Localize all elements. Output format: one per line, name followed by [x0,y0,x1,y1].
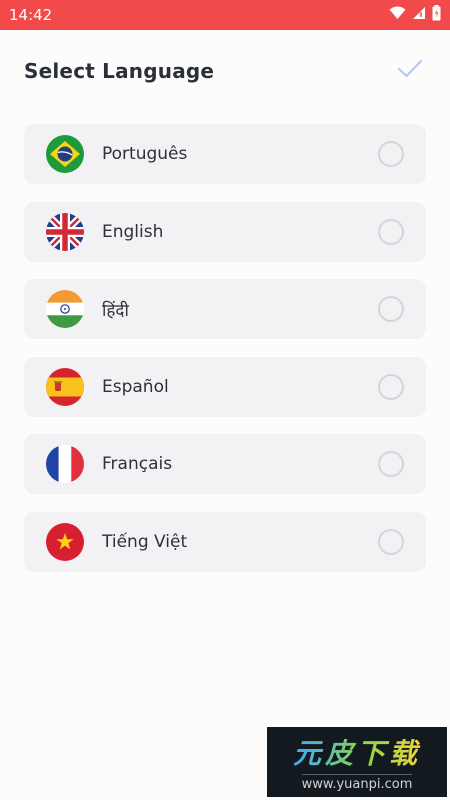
language-list: Português English हिंदी Español Français… [24,124,426,590]
battery-icon [432,4,441,26]
language-item-spanish[interactable]: Español [24,356,426,417]
watermark-logo: 元皮下载 www.yuanpi.com [267,727,447,797]
signal-icon [412,6,426,25]
language-label: English [102,221,164,242]
language-item-vietnamese[interactable]: Tiếng Việt [24,511,426,572]
language-radio[interactable] [378,373,404,400]
header: Select Language [0,30,450,112]
language-radio[interactable] [378,218,404,245]
france-flag-icon [46,445,84,484]
language-radio[interactable] [378,528,404,555]
language-label: Français [102,454,173,475]
language-label: हिंदी [102,300,129,321]
language-radio[interactable] [378,141,404,167]
uk-flag-icon [46,212,84,251]
watermark-title: 元皮下载 [293,732,421,772]
language-item-french[interactable]: Français [24,434,426,495]
status-time: 14:42 [9,6,53,24]
confirm-button[interactable] [394,55,426,87]
status-icons [389,4,441,26]
wifi-icon [389,6,406,25]
spain-flag-icon [46,367,84,406]
language-label: Português [102,144,188,164]
watermark-url: www.yuanpi.com [301,774,413,792]
language-radio[interactable] [378,451,404,478]
language-label: Español [102,376,169,397]
language-item-portuguese[interactable]: Português [24,124,426,184]
page-title: Select Language [24,59,215,83]
status-bar: 14:42 [0,0,450,30]
language-item-hindi[interactable]: हिंदी [24,279,426,340]
india-flag-icon [46,290,84,329]
vietnam-flag-icon [46,522,84,561]
language-label: Tiếng Việt [102,531,188,552]
brazil-flag-icon [46,135,84,173]
checkmark-icon [397,59,423,84]
language-item-english[interactable]: English [24,201,426,262]
language-radio[interactable] [378,296,404,323]
